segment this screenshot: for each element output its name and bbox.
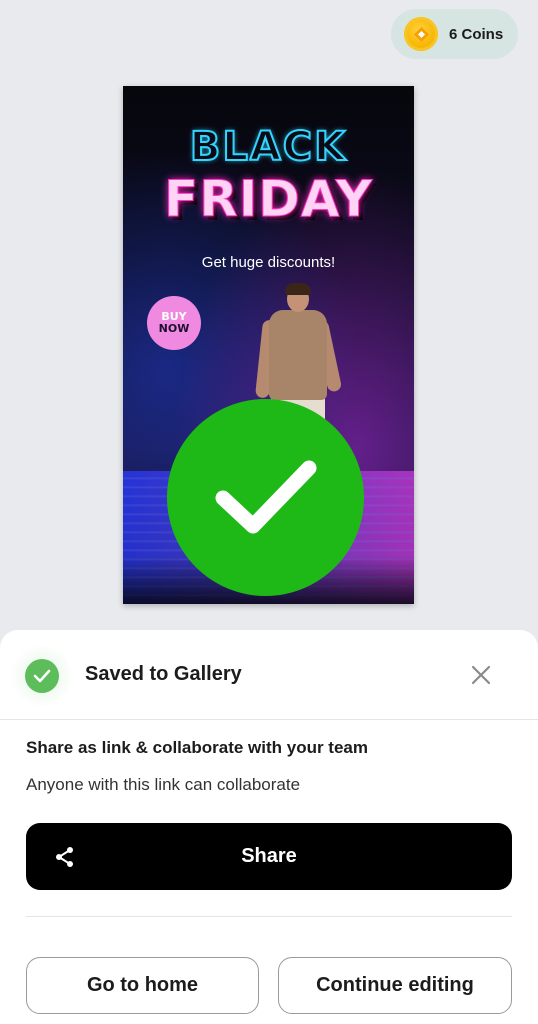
share-icon (56, 847, 73, 867)
poster-subtitle: Get huge discounts! (201, 254, 336, 271)
go-to-home-button[interactable]: Go to home (26, 957, 259, 1014)
share-button[interactable]: Share (26, 823, 512, 890)
success-checkmark-icon (167, 399, 364, 596)
close-icon[interactable] (466, 660, 496, 690)
divider (0, 719, 538, 720)
buy-now-badge: BUY NOW (147, 296, 201, 350)
coins-balance-pill[interactable]: 6 Coins (391, 9, 518, 59)
saved-check-icon (25, 659, 59, 693)
save-result-sheet: Saved to Gallery Share as link & collabo… (0, 630, 538, 1024)
checkmark-icon (215, 460, 316, 533)
badge-line-2: NOW (158, 322, 190, 335)
share-button-label: Share (241, 845, 297, 867)
continue-editing-button[interactable]: Continue editing (278, 957, 512, 1014)
share-subtext: Anyone with this link can collaborate (26, 775, 301, 794)
coin-icon (404, 17, 438, 51)
poster-headline-black: BLACK (189, 123, 348, 171)
saved-header: Saved to Gallery (0, 630, 538, 720)
poster-headline-friday: FRIDAY (164, 170, 373, 229)
share-heading: Share as link & collaborate with your te… (26, 738, 368, 757)
divider (26, 916, 512, 917)
coins-label: 6 Coins (449, 25, 504, 43)
saved-title: Saved to Gallery (85, 663, 242, 685)
